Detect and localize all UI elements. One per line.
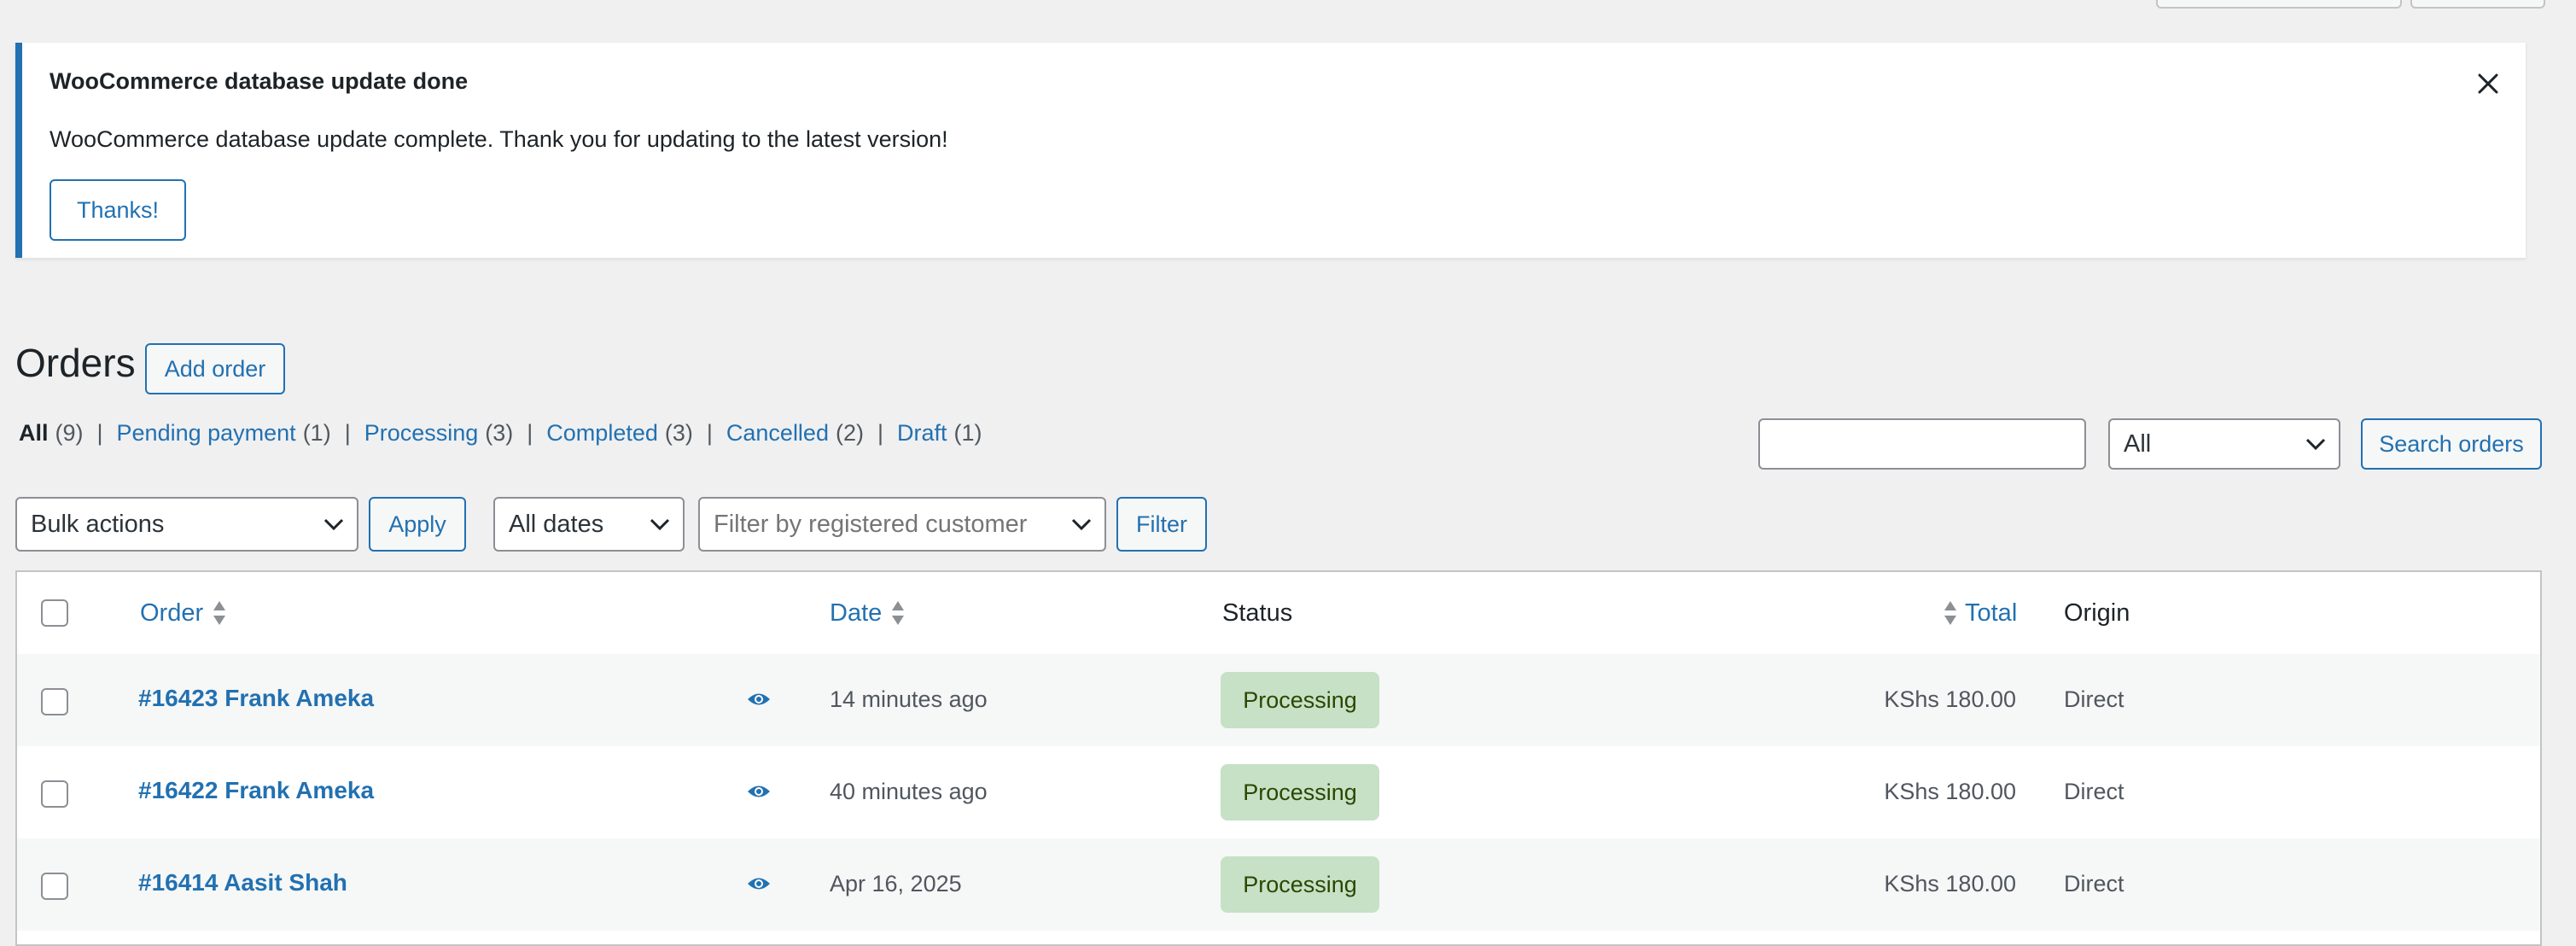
filter-processing-count: (3): [485, 420, 514, 446]
chevron-down-icon: [2305, 438, 2326, 451]
table-header: Order Date Status Total Origin: [17, 572, 2540, 656]
dates-value: All dates: [509, 510, 604, 538]
eye-icon[interactable]: [746, 874, 772, 893]
search-input[interactable]: [1758, 418, 2086, 470]
order-date: 40 minutes ago: [830, 779, 988, 804]
screen-options-tab[interactable]: [2156, 0, 2402, 9]
notice-message: WooCommerce database update complete. Th…: [50, 126, 948, 152]
status-badge: Processing: [1221, 764, 1379, 820]
add-order-button[interactable]: Add order: [145, 343, 285, 394]
filter-pending-payment[interactable]: Pending payment (1): [117, 420, 331, 447]
order-total: KShs 180.00: [1884, 686, 2016, 712]
sort-icon[interactable]: [1943, 599, 1958, 627]
table-row[interactable]: #16422 Frank Ameka 40 minutes ago Proces…: [17, 746, 2540, 838]
filter-button[interactable]: Filter: [1116, 497, 1207, 552]
filter-draft-label[interactable]: Draft: [897, 420, 947, 447]
apply-button[interactable]: Apply: [369, 497, 466, 552]
chevron-down-icon: [650, 518, 670, 531]
order-link[interactable]: #16423 Frank Ameka: [138, 685, 374, 712]
column-origin: Origin: [2064, 599, 2130, 627]
status-badge: Processing: [1221, 672, 1379, 728]
separator: |: [527, 420, 533, 446]
search-type-select[interactable]: All: [2108, 418, 2340, 470]
status-filter-links: All (9) | Pending payment (1) | Processing…: [19, 420, 982, 447]
row-checkbox[interactable]: [41, 688, 68, 715]
bulk-actions-select[interactable]: Bulk actions: [15, 497, 358, 552]
eye-icon[interactable]: [746, 690, 772, 709]
filter-draft[interactable]: Draft (1): [897, 420, 982, 447]
select-all-checkbox[interactable]: [41, 599, 68, 627]
order-date: Apr 16, 2025: [830, 871, 962, 896]
help-tab[interactable]: [2410, 0, 2545, 9]
order-total: KShs 180.00: [1884, 779, 2016, 804]
filter-all[interactable]: All (9): [19, 420, 84, 447]
column-order[interactable]: Order: [140, 596, 227, 630]
customer-filter-placeholder: Filter by registered customer: [714, 510, 1028, 538]
column-date-label[interactable]: Date: [830, 599, 882, 628]
dates-select[interactable]: All dates: [493, 497, 685, 552]
chevron-down-icon: [1071, 518, 1092, 531]
filter-completed-label[interactable]: Completed: [546, 420, 658, 447]
separator: |: [877, 420, 883, 446]
filter-all-label[interactable]: All: [19, 420, 49, 447]
order-link[interactable]: #16422 Frank Ameka: [138, 777, 374, 804]
filter-completed[interactable]: Completed (3): [546, 420, 693, 447]
separator: |: [96, 420, 103, 446]
update-notice: WooCommerce database update done WooComm…: [15, 43, 2526, 258]
order-origin: Direct: [2064, 779, 2124, 804]
filter-cancelled[interactable]: Cancelled (2): [726, 420, 864, 447]
filter-pending-payment-label[interactable]: Pending payment: [117, 420, 296, 447]
table-row[interactable]: #16423 Frank Ameka 14 minutes ago Proces…: [17, 654, 2540, 746]
column-date[interactable]: Date: [830, 596, 906, 630]
separator: |: [344, 420, 351, 446]
eye-icon[interactable]: [746, 782, 772, 801]
filter-processing-label[interactable]: Processing: [364, 420, 479, 447]
bulk-actions-value: Bulk actions: [31, 510, 165, 538]
filter-completed-count: (3): [664, 420, 693, 446]
column-total[interactable]: Total: [1943, 596, 2017, 630]
table-row[interactable]: #16414 Aasit Shah Apr 16, 2025 Processin…: [17, 838, 2540, 931]
search-type-value: All: [2124, 429, 2152, 458]
filter-processing[interactable]: Processing (3): [364, 420, 514, 447]
filter-all-count: (9): [55, 420, 84, 446]
order-date: 14 minutes ago: [830, 686, 988, 712]
column-order-label[interactable]: Order: [140, 599, 203, 628]
sort-icon[interactable]: [890, 599, 906, 627]
filter-cancelled-count: (2): [835, 420, 864, 446]
search-orders-button[interactable]: Search orders: [2361, 418, 2542, 470]
column-total-label[interactable]: Total: [1965, 599, 2017, 628]
filter-pending-payment-count: (1): [302, 420, 331, 446]
row-checkbox[interactable]: [41, 873, 68, 900]
close-icon[interactable]: [2469, 65, 2507, 102]
orders-table: Order Date Status Total Origin #16423 Fr…: [15, 570, 2542, 946]
order-origin: Direct: [2064, 686, 2124, 712]
chevron-down-icon: [323, 518, 344, 531]
filter-cancelled-label[interactable]: Cancelled: [726, 420, 829, 447]
order-total: KShs 180.00: [1884, 871, 2016, 896]
status-badge: Processing: [1221, 856, 1379, 913]
order-origin: Direct: [2064, 871, 2124, 896]
separator: |: [706, 420, 713, 446]
page-title: Orders: [15, 341, 136, 385]
filter-draft-count: (1): [953, 420, 982, 446]
row-checkbox[interactable]: [41, 780, 68, 808]
sort-icon[interactable]: [212, 599, 227, 627]
notice-title: WooCommerce database update done: [50, 68, 469, 94]
customer-filter-select[interactable]: Filter by registered customer: [698, 497, 1106, 552]
thanks-button[interactable]: Thanks!: [50, 179, 186, 241]
column-status: Status: [1222, 599, 1293, 627]
order-link[interactable]: #16414 Aasit Shah: [138, 869, 347, 896]
